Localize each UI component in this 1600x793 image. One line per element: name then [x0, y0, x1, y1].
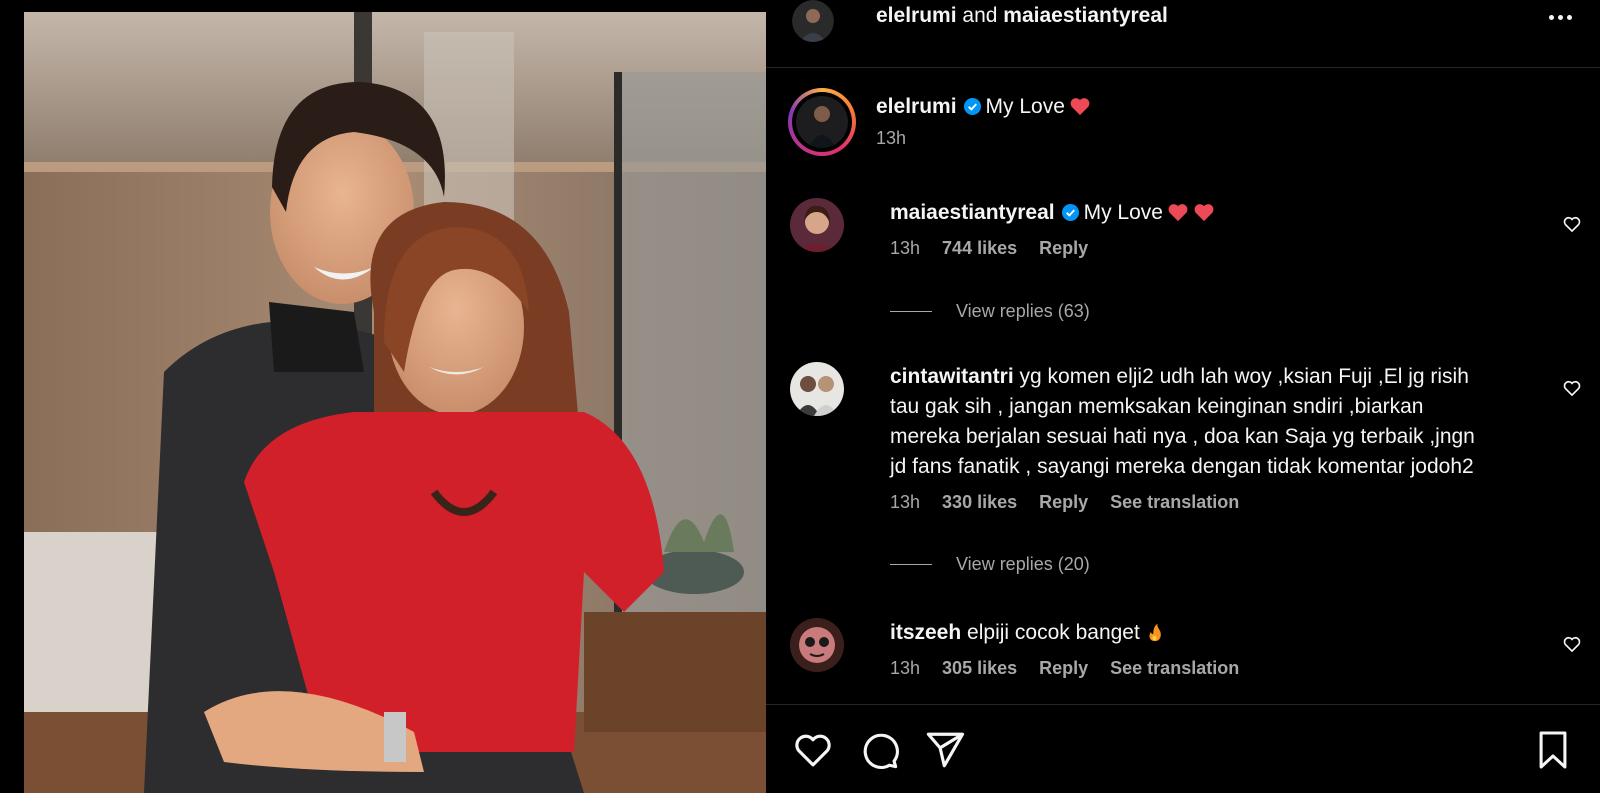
more-options-icon[interactable]: [1540, 2, 1580, 32]
comment-username[interactable]: cintawitantri: [890, 365, 1014, 388]
comment-avatar[interactable]: [790, 618, 844, 672]
bookmark-icon[interactable]: [1536, 729, 1570, 771]
comment-like-icon[interactable]: [1562, 378, 1582, 398]
caption-avatar[interactable]: [788, 88, 856, 156]
comment-bubble-icon[interactable]: [858, 729, 900, 771]
header-user1[interactable]: elelrumi: [876, 4, 957, 27]
header-usernames: elelrumi and maiaestiantyreal: [876, 4, 1168, 28]
comment-likes[interactable]: 305 likes: [942, 658, 1017, 679]
comment-text-line: jd fans fanatik , sayangi mereka dengan …: [890, 455, 1474, 478]
comment-likes[interactable]: 744 likes: [942, 238, 1017, 259]
comment-text: elpiji cocok banget: [967, 621, 1140, 644]
comment-like-icon[interactable]: [1562, 214, 1582, 234]
heart-outline-icon[interactable]: [792, 729, 834, 771]
comment-item: cintawitantri yg komen elji2 udh lah woy…: [790, 362, 1590, 592]
red-heart-icon: [1194, 204, 1214, 222]
reply-button[interactable]: Reply: [1039, 238, 1088, 259]
comment-likes[interactable]: 330 likes: [942, 492, 1017, 513]
paper-plane-icon[interactable]: [924, 729, 966, 771]
view-replies-label[interactable]: View replies (20): [956, 554, 1090, 575]
comment-username[interactable]: itszeeh: [890, 621, 961, 644]
comment-avatar[interactable]: [790, 362, 844, 416]
view-replies-button[interactable]: View replies (20): [890, 554, 1090, 575]
fire-icon: [1149, 623, 1161, 642]
verified-badge-icon: [1061, 203, 1079, 222]
comment-like-icon[interactable]: [1562, 634, 1582, 654]
comment-time: 13h: [890, 492, 921, 512]
action-bar: [766, 704, 1600, 793]
comment-text-line: tau gak sih , jangan memksakan keinginan…: [890, 395, 1424, 418]
red-heart-icon: [1168, 204, 1188, 222]
comment-text-line: yg komen elji2 udh lah woy ,ksian Fuji ,…: [1019, 365, 1469, 388]
comment-item: maiaestiantyreal My Love 13h 744 likes Re…: [790, 198, 1590, 338]
caption-username[interactable]: elelrumi: [876, 95, 957, 118]
view-replies-button[interactable]: View replies (63): [890, 301, 1090, 322]
comment-item: itszeeh elpiji cocok banget 13h 305 like…: [790, 618, 1590, 698]
post-side-pane: elelrumi and maiaestiantyreal elelrumi My…: [766, 0, 1600, 793]
comment-time: 13h: [890, 238, 921, 258]
comment-time: 13h: [890, 658, 921, 678]
comment-avatar[interactable]: [790, 198, 844, 252]
reply-button[interactable]: Reply: [1039, 492, 1088, 513]
post-header: elelrumi and maiaestiantyreal: [766, 0, 1600, 68]
see-translation-button[interactable]: See translation: [1110, 492, 1239, 513]
header-user2[interactable]: maiaestiantyreal: [1003, 4, 1168, 27]
see-translation-button[interactable]: See translation: [1110, 658, 1239, 679]
post-caption: elelrumi My Love 13h: [788, 88, 1578, 168]
red-heart-icon: [1070, 98, 1090, 116]
caption-time: 13h: [876, 128, 907, 148]
reply-button[interactable]: Reply: [1039, 658, 1088, 679]
caption-text: My Love: [985, 95, 1065, 118]
comment-username[interactable]: maiaestiantyreal: [890, 201, 1055, 224]
verified-badge-icon: [963, 97, 981, 116]
comment-text: My Love: [1083, 201, 1163, 224]
header-avatar[interactable]: [792, 0, 834, 42]
view-replies-label[interactable]: View replies (63): [956, 301, 1090, 322]
header-conj: and: [962, 4, 998, 27]
post-photo[interactable]: [24, 12, 766, 793]
comment-text-line: mereka berjalan sesuai hati nya , doa ka…: [890, 425, 1475, 448]
